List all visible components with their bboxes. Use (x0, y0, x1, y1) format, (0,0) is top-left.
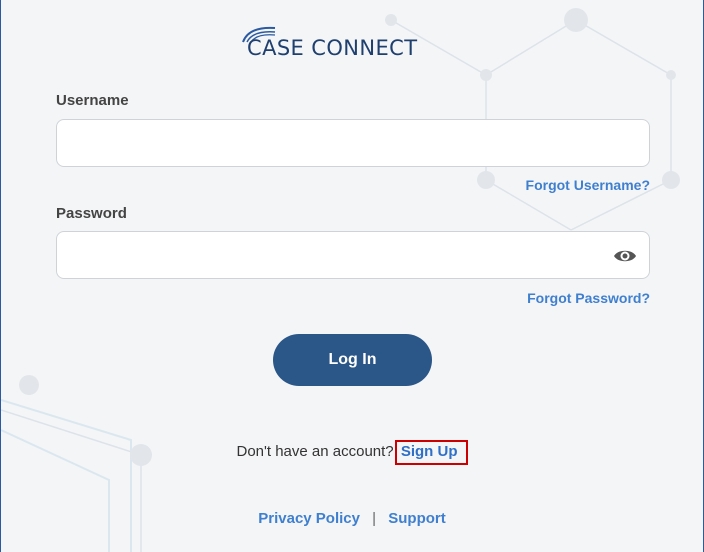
password-label: Password (56, 205, 127, 222)
privacy-policy-link[interactable]: Privacy Policy (258, 510, 360, 527)
forgot-username-link[interactable]: Forgot Username? (526, 177, 650, 193)
login-button[interactable]: Log In (273, 334, 432, 386)
signup-link[interactable]: Sign Up (394, 440, 468, 465)
support-link[interactable]: Support (388, 510, 446, 527)
username-field[interactable] (56, 119, 650, 167)
footer-links: Privacy Policy | Support (1, 510, 703, 527)
eye-icon[interactable] (613, 246, 637, 266)
forgot-password-link[interactable]: Forgot Password? (527, 290, 650, 306)
case-connect-logo: CASE CONNECT (239, 24, 469, 64)
username-label: Username (56, 92, 129, 109)
login-page: CASE CONNECT Username Forgot Username? P… (0, 0, 704, 552)
footer-separator: | (372, 510, 377, 527)
password-field[interactable] (56, 231, 650, 279)
signup-row: Don't have an account? Sign Up (1, 440, 703, 465)
logo-text: CASE CONNECT (247, 36, 418, 60)
signup-prompt: Don't have an account? (236, 443, 394, 460)
username-input[interactable] (57, 120, 649, 166)
password-input[interactable] (57, 232, 649, 278)
